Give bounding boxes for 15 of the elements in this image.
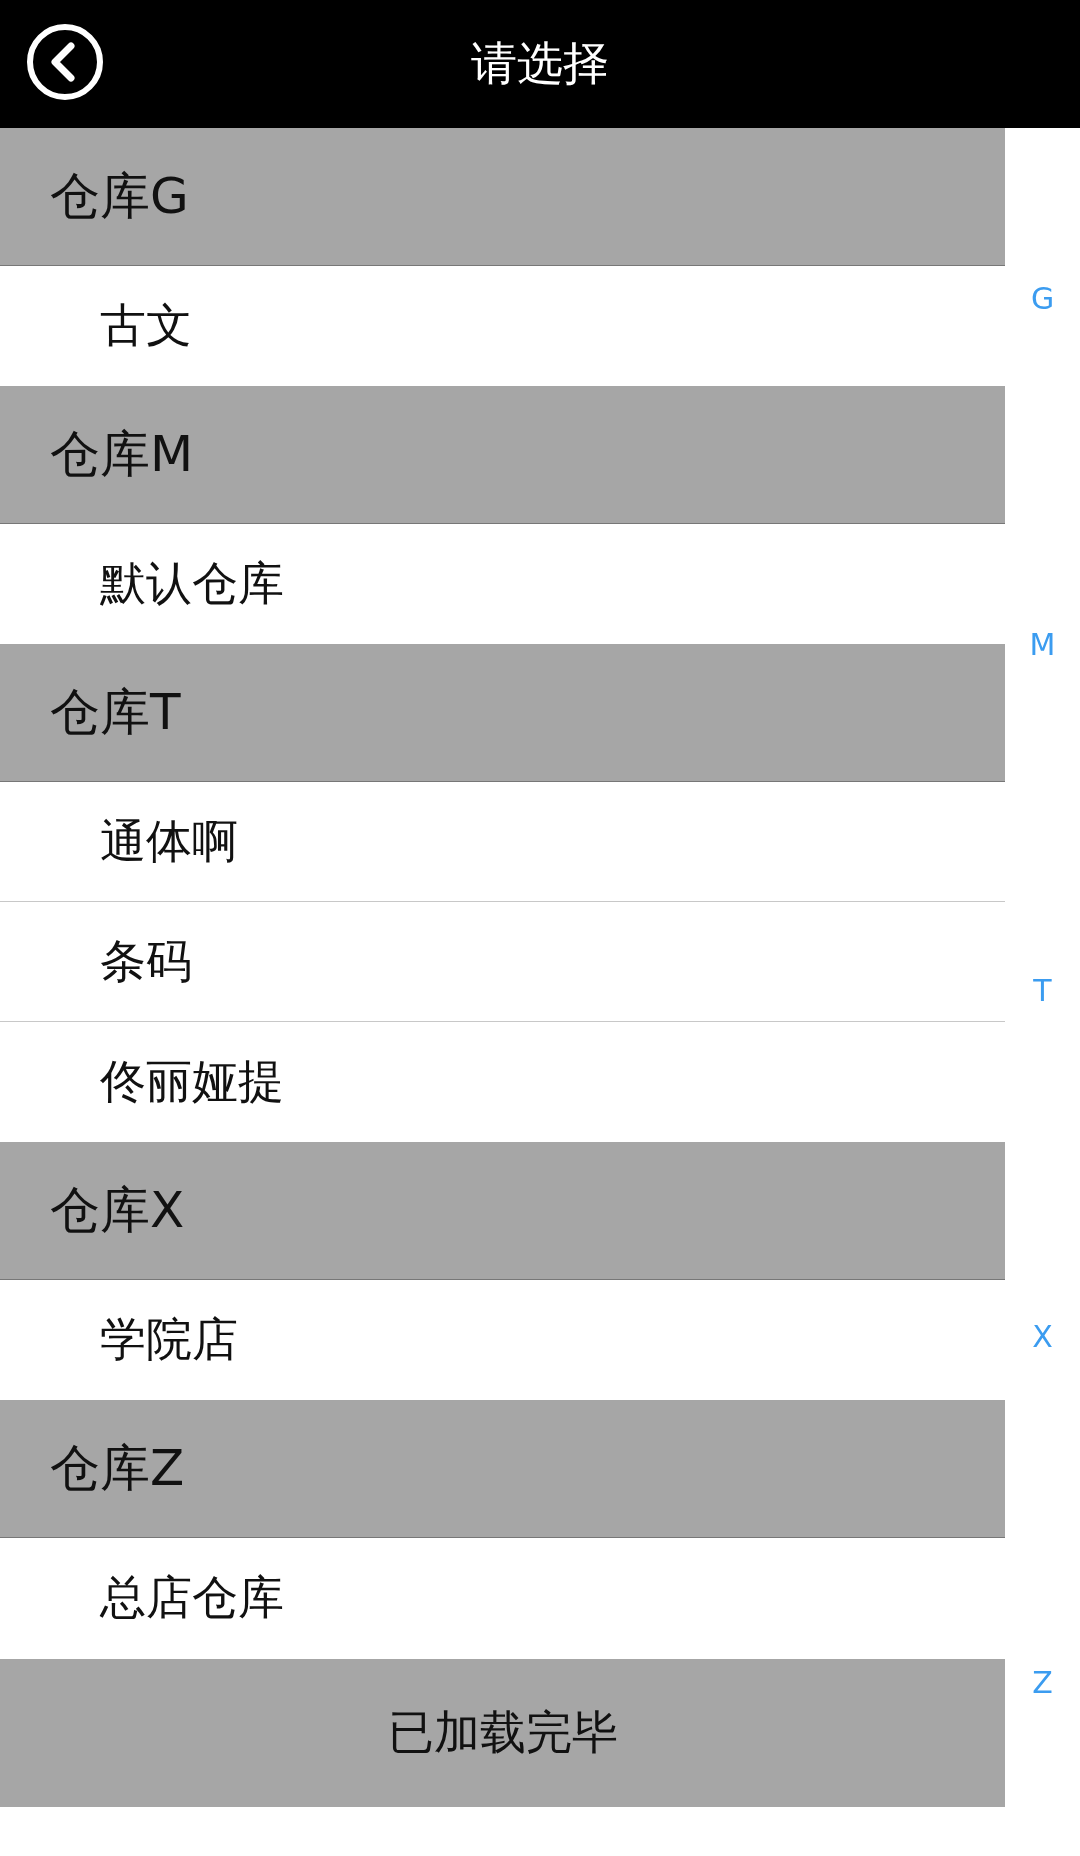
list-item[interactable]: 古文 <box>0 266 1005 386</box>
back-icon[interactable] <box>25 22 105 102</box>
section-header: 仓库X <box>0 1142 1005 1280</box>
list-item[interactable]: 学院店 <box>0 1280 1005 1400</box>
section-header: 仓库M <box>0 386 1005 524</box>
section-header: 仓库T <box>0 644 1005 782</box>
list-item[interactable]: 通体啊 <box>0 782 1005 902</box>
list-item[interactable]: 佟丽娅提 <box>0 1022 1005 1142</box>
section-header: 仓库Z <box>0 1400 1005 1538</box>
load-complete-bar: 已加载完毕 <box>0 1659 1005 1807</box>
list-item[interactable]: 默认仓库 <box>0 524 1005 644</box>
page-title: 请选择 <box>471 35 609 92</box>
list-item[interactable]: 条码 <box>0 902 1005 1022</box>
list-item[interactable]: 总店仓库 <box>0 1538 1005 1658</box>
section-header: 仓库G <box>0 128 1005 266</box>
